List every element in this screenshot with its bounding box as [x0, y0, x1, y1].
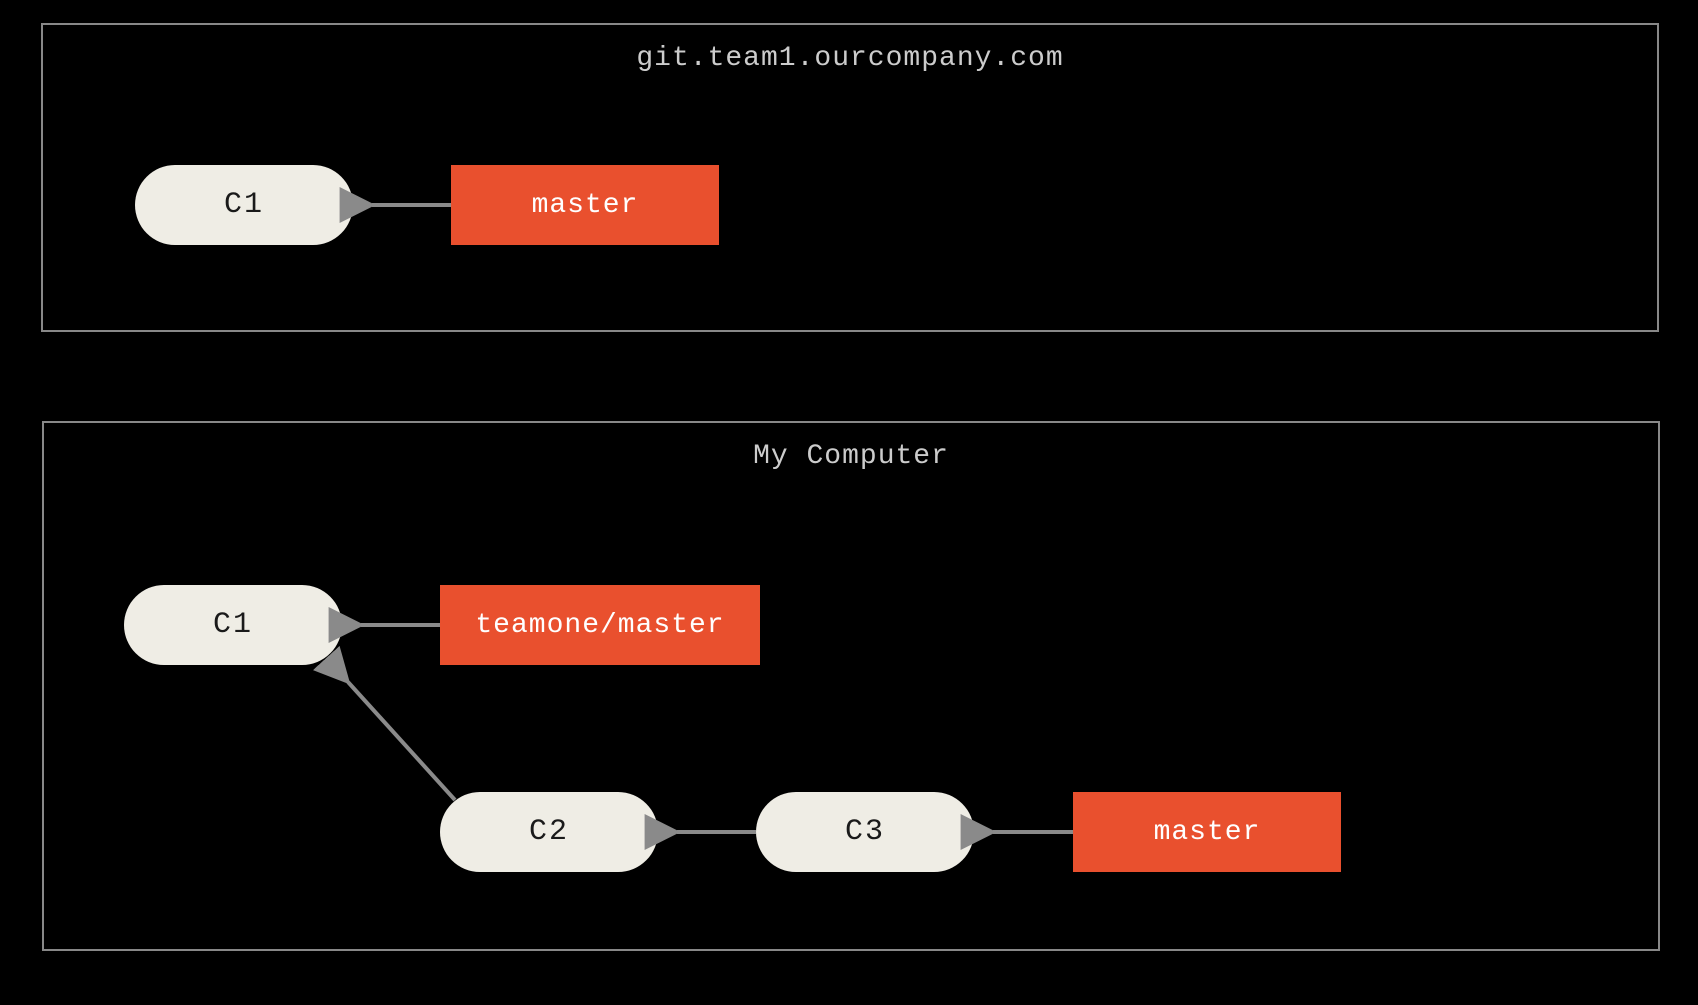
branch-label: teamone/master — [475, 610, 724, 641]
branch-master-remote: master — [451, 165, 719, 245]
commit-c2-local: C2 — [440, 792, 658, 872]
commit-label: C3 — [845, 815, 885, 849]
remote-panel-title: git.team1.ourcompany.com — [636, 43, 1063, 74]
commit-c3-local: C3 — [756, 792, 974, 872]
branch-teamone-master: teamone/master — [440, 585, 760, 665]
commit-label: C2 — [529, 815, 569, 849]
commit-c1-remote: C1 — [135, 165, 353, 245]
local-panel-title: My Computer — [753, 441, 949, 472]
branch-label: master — [1154, 817, 1261, 848]
commit-c1-local: C1 — [124, 585, 342, 665]
branch-master-local: master — [1073, 792, 1341, 872]
commit-label: C1 — [224, 188, 264, 222]
branch-label: master — [532, 190, 639, 221]
commit-label: C1 — [213, 608, 253, 642]
